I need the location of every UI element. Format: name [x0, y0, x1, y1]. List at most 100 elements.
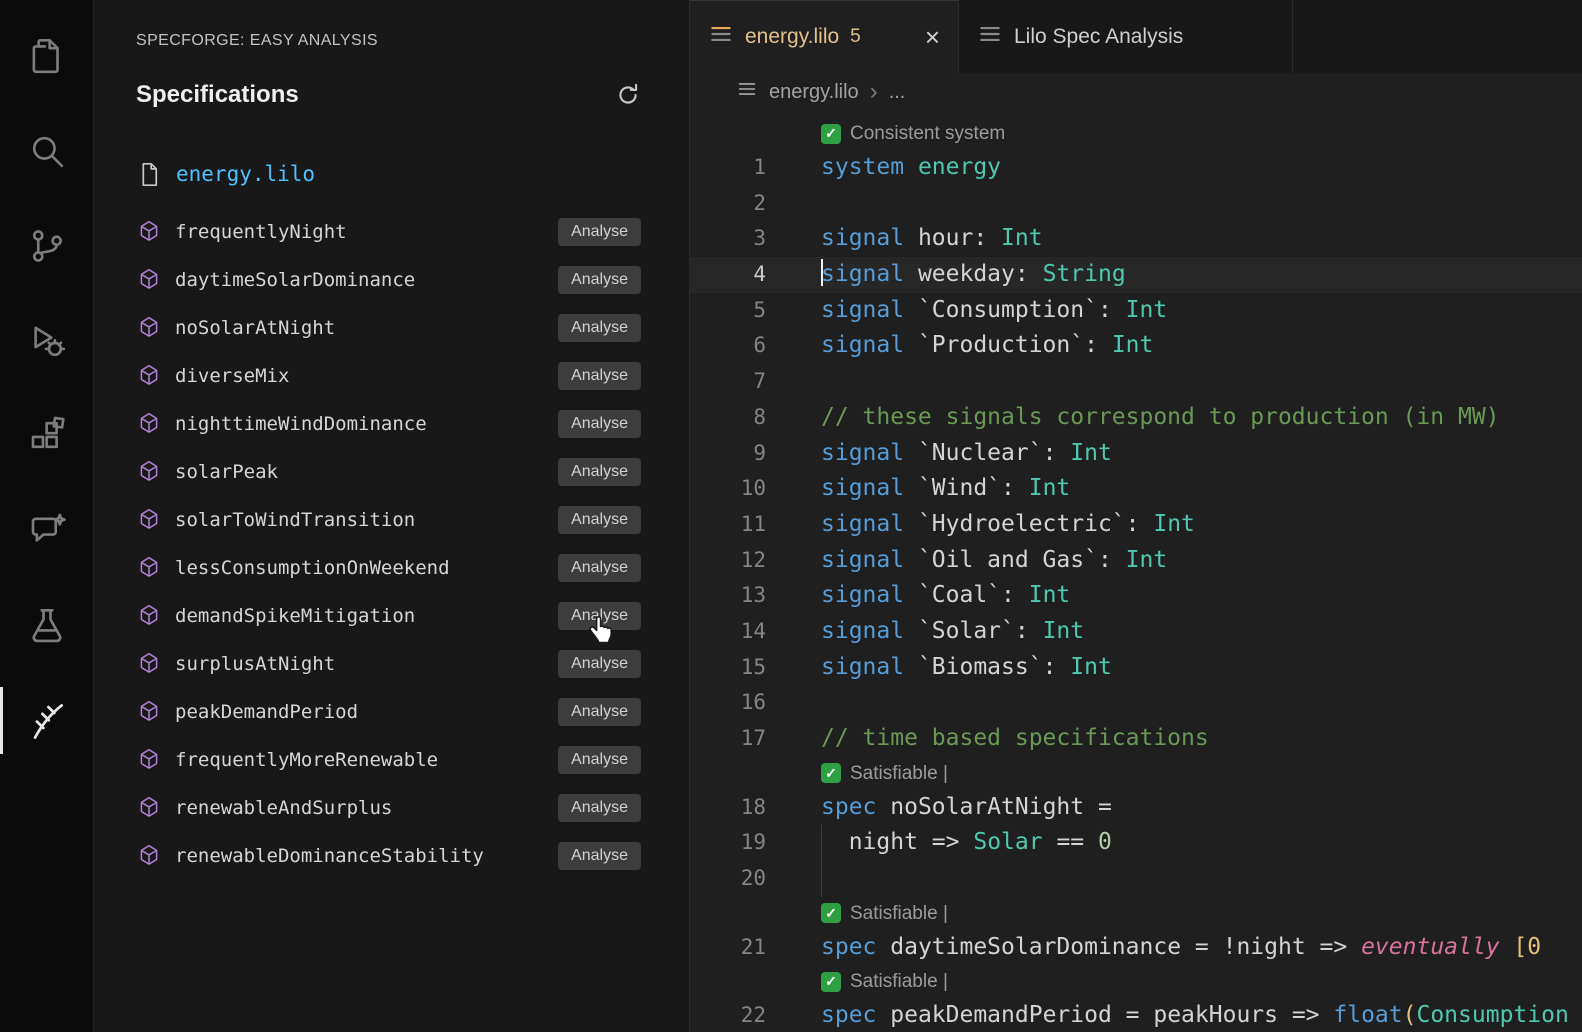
code-line-21[interactable]: 21spec daytimeSolarDominance = !night =>… — [690, 930, 1582, 966]
check-icon: ✓ — [821, 124, 841, 144]
spec-cube-icon — [136, 459, 162, 485]
chat-icon[interactable] — [0, 483, 93, 578]
spec-row-renewableDominanceStability[interactable]: renewableDominanceStabilityAnalyse — [94, 832, 689, 880]
spec-row-nighttimeWindDominance[interactable]: nighttimeWindDominanceAnalyse — [94, 400, 689, 448]
code-text: signal `Coal`: Int — [766, 578, 1070, 614]
codelens[interactable]: ✓Satisfiable | — [690, 757, 1582, 790]
breadcrumb-ellipsis[interactable]: ... — [889, 81, 906, 104]
source-control-icon[interactable] — [0, 198, 93, 293]
code-line-2[interactable]: 2 — [690, 186, 1582, 222]
spec-cube-icon — [136, 555, 162, 581]
code-line-1[interactable]: 1system energy — [690, 150, 1582, 186]
code-text: signal weekday: String — [766, 257, 1126, 293]
code-text: signal `Nuclear`: Int — [766, 436, 1112, 472]
code-line-22[interactable]: 22spec peakDemandPeriod = peakHours => f… — [690, 998, 1582, 1032]
check-icon: ✓ — [821, 763, 841, 783]
analyse-button[interactable]: Analyse — [558, 650, 641, 678]
tab-energy-lilo[interactable]: energy.lilo 5 × — [690, 0, 959, 73]
line-number: 22 — [690, 998, 766, 1032]
spec-row-surplusAtNight[interactable]: surplusAtNightAnalyse — [94, 640, 689, 688]
code-text: signal `Biomass`: Int — [766, 650, 1112, 686]
tab-bar: energy.lilo 5 × Lilo Spec Analysis — [690, 0, 1582, 73]
code-text: // these signals correspond to productio… — [766, 400, 1500, 436]
code-line-10[interactable]: 10signal `Wind`: Int — [690, 471, 1582, 507]
code-line-7[interactable]: 7 — [690, 364, 1582, 400]
code-line-3[interactable]: 3signal hour: Int — [690, 221, 1582, 257]
line-number: 14 — [690, 614, 766, 650]
code-line-9[interactable]: 9signal `Nuclear`: Int — [690, 436, 1582, 472]
breadcrumb-file[interactable]: energy.lilo — [769, 81, 859, 104]
spec-row-frequentlyNight[interactable]: frequentlyNightAnalyse — [94, 208, 689, 256]
codelens[interactable]: ✓Satisfiable | — [690, 897, 1582, 930]
code-text: signal `Consumption`: Int — [766, 293, 1167, 329]
analyse-button[interactable]: Analyse — [558, 362, 641, 390]
search-icon[interactable] — [0, 103, 93, 198]
spec-name: diverseMix — [175, 365, 545, 387]
spec-row-lessConsumptionOnWeekend[interactable]: lessConsumptionOnWeekendAnalyse — [94, 544, 689, 592]
line-number: 5 — [690, 293, 766, 329]
spec-row-peakDemandPeriod[interactable]: peakDemandPeriodAnalyse — [94, 688, 689, 736]
codelens[interactable]: ✓Satisfiable | — [690, 965, 1582, 998]
spec-row-renewableAndSurplus[interactable]: renewableAndSurplusAnalyse — [94, 784, 689, 832]
run-debug-icon[interactable] — [0, 293, 93, 388]
section-title: Specifications — [136, 81, 299, 109]
analyse-button[interactable]: Analyse — [558, 602, 641, 630]
spec-row-solarPeak[interactable]: solarPeakAnalyse — [94, 448, 689, 496]
analyse-button[interactable]: Analyse — [558, 746, 641, 774]
analyse-button[interactable]: Analyse — [558, 266, 641, 294]
spec-name: solarToWindTransition — [175, 509, 545, 531]
spec-list: frequentlyNightAnalysedaytimeSolarDomina… — [94, 208, 689, 880]
spec-cube-icon — [136, 363, 162, 389]
extensions-icon[interactable] — [0, 388, 93, 483]
code-line-14[interactable]: 14signal `Solar`: Int — [690, 614, 1582, 650]
analyse-button[interactable]: Analyse — [558, 314, 641, 342]
spec-row-frequentlyMoreRenewable[interactable]: frequentlyMoreRenewableAnalyse — [94, 736, 689, 784]
analyse-button[interactable]: Analyse — [558, 842, 641, 870]
spec-row-solarToWindTransition[interactable]: solarToWindTransition Analyse — [94, 496, 689, 544]
codelens-text: Satisfiable | — [850, 897, 948, 930]
testing-beaker-icon[interactable] — [0, 578, 93, 673]
close-icon[interactable]: × — [925, 24, 940, 50]
code-line-15[interactable]: 15signal `Biomass`: Int — [690, 650, 1582, 686]
file-name: energy.lilo — [176, 162, 315, 186]
code-text: signal hour: Int — [766, 221, 1043, 257]
code-line-18[interactable]: 18spec noSolarAtNight = — [690, 790, 1582, 826]
spec-cube-icon — [136, 267, 162, 293]
refresh-icon[interactable] — [611, 78, 645, 112]
code-line-12[interactable]: 12signal `Oil and Gas`: Int — [690, 543, 1582, 579]
analyse-button[interactable]: Analyse — [558, 794, 641, 822]
code-line-16[interactable]: 16 — [690, 685, 1582, 721]
code-line-20[interactable]: 20 — [690, 861, 1582, 897]
tab-label: Lilo Spec Analysis — [1014, 25, 1183, 49]
spec-cube-icon — [136, 651, 162, 677]
spec-cube-icon — [136, 219, 162, 245]
analyse-button[interactable]: Analyse — [558, 506, 641, 534]
analyse-button[interactable]: Analyse — [558, 218, 641, 246]
line-number: 12 — [690, 543, 766, 579]
code-line-8[interactable]: 8// these signals correspond to producti… — [690, 400, 1582, 436]
spec-row-noSolarAtNight[interactable]: noSolarAtNightAnalyse — [94, 304, 689, 352]
explorer-icon[interactable] — [0, 8, 93, 103]
specforge-feather-icon[interactable] — [0, 673, 93, 768]
code-line-19[interactable]: 19 night => Solar == 0 — [690, 825, 1582, 861]
code-line-13[interactable]: 13signal `Coal`: Int — [690, 578, 1582, 614]
analyse-button[interactable]: Analyse — [558, 458, 641, 486]
analyse-button[interactable]: Analyse — [558, 698, 641, 726]
spec-row-demandSpikeMitigation[interactable]: demandSpikeMitigationAnalyse — [94, 592, 689, 640]
file-item-energy-lilo[interactable]: energy.lilo — [136, 154, 689, 194]
code-line-6[interactable]: 6signal `Production`: Int — [690, 328, 1582, 364]
analyse-button[interactable]: Analyse — [558, 554, 641, 582]
sidebar-title: SPECFORGE: EASY ANALYSIS — [136, 32, 641, 50]
code-line-4[interactable]: 4signal weekday: String — [690, 257, 1582, 293]
code-editor[interactable]: ✓Consistent system1system energy23signal… — [690, 111, 1582, 1032]
analyse-button[interactable]: Analyse — [558, 410, 641, 438]
code-text — [766, 861, 821, 897]
tab-lilo-spec-analysis[interactable]: Lilo Spec Analysis — [959, 0, 1293, 73]
code-line-11[interactable]: 11signal `Hydroelectric`: Int — [690, 507, 1582, 543]
code-line-5[interactable]: 5signal `Consumption`: Int — [690, 293, 1582, 329]
spec-row-diverseMix[interactable]: diverseMix Analyse — [94, 352, 689, 400]
spec-row-daytimeSolarDominance[interactable]: daytimeSolarDominanceAnalyse — [94, 256, 689, 304]
tab-bar-empty-space — [1293, 0, 1582, 73]
codelens[interactable]: ✓Consistent system — [690, 117, 1582, 150]
code-line-17[interactable]: 17// time based specifications — [690, 721, 1582, 757]
